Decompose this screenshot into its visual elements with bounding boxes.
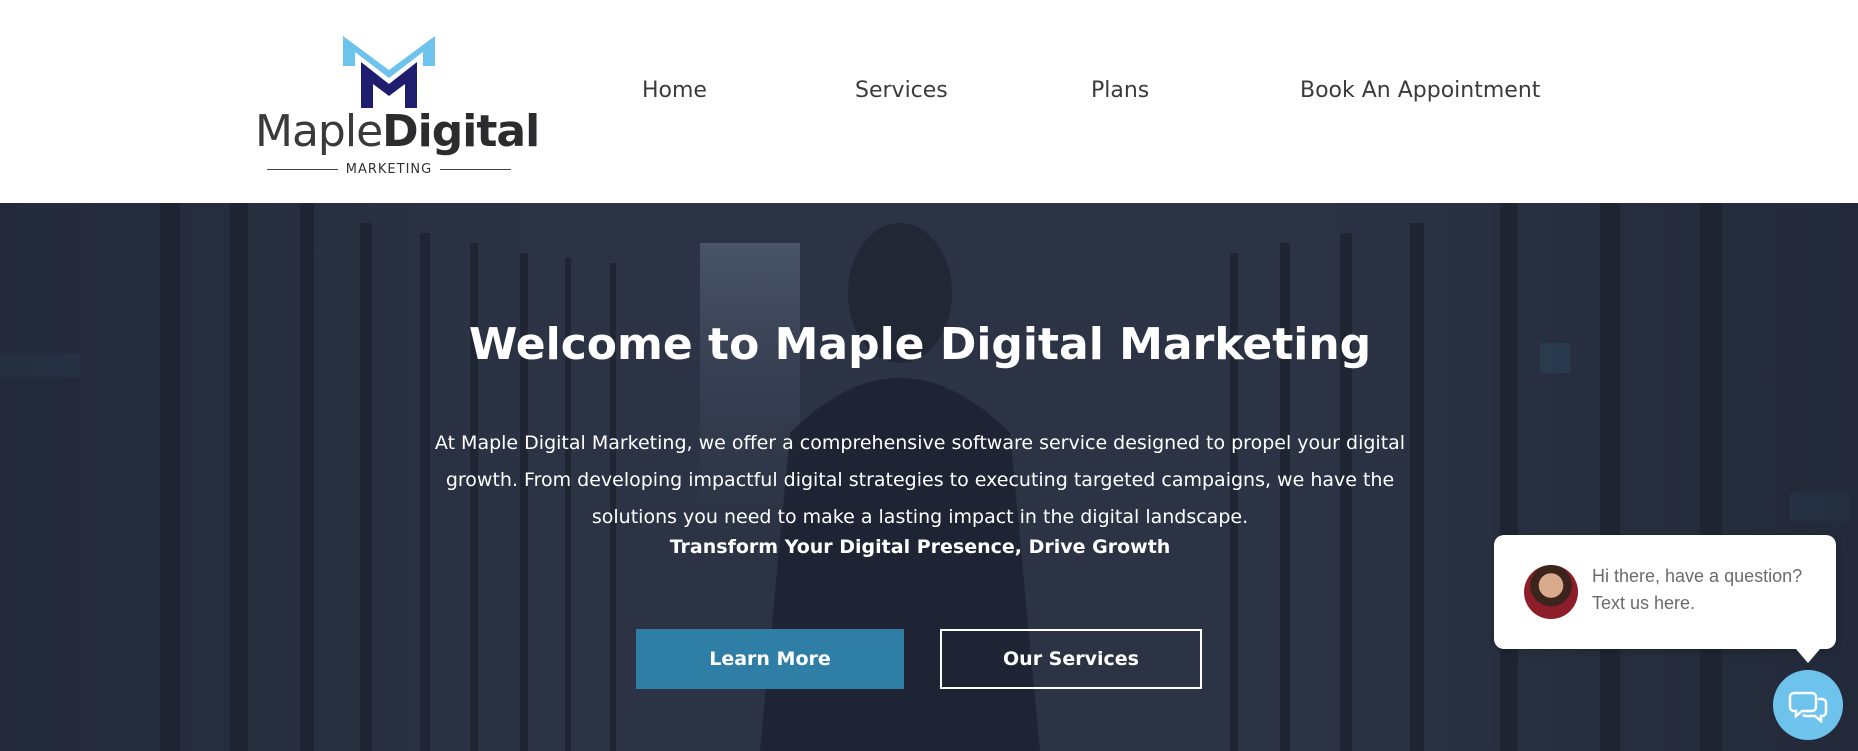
divider [440,168,511,170]
nav-home[interactable]: Home [642,78,707,103]
hero-title: Welcome to Maple Digital Marketing [468,319,1372,370]
logo[interactable]: MapleDigital MARKETING [255,36,540,181]
hero-section: Welcome to Maple Digital Marketing At Ma… [0,203,1858,751]
divider [267,168,338,170]
our-services-button[interactable]: Our Services [940,629,1202,689]
chat-bubbles-icon [1788,691,1828,723]
chat-launcher-button[interactable] [1773,670,1843,740]
learn-more-button[interactable]: Learn More [636,629,904,689]
agent-avatar [1524,565,1578,619]
logo-wordmark: MapleDigital [255,106,540,157]
logo-m-icon [343,36,435,108]
chat-message: Hi there, have a question? Text us here. [1592,566,1803,613]
nav-services[interactable]: Services [855,78,948,103]
logo-tagline: MARKETING [345,161,433,177]
logo-word-bold: Digital [382,106,540,157]
logo-tagline-row: MARKETING [267,160,511,178]
hero-tagline: Transform Your Digital Presence, Drive G… [669,536,1171,558]
site-header: MapleDigital MARKETING Home Services Pla… [0,0,1858,203]
nav-plans[interactable]: Plans [1091,78,1149,103]
logo-word-regular: Maple [255,106,383,157]
nav-book-appointment[interactable]: Book An Appointment [1300,78,1540,103]
hero-description: At Maple Digital Marketing, we offer a c… [434,432,1406,528]
chat-popup[interactable]: Hi there, have a question? Text us here. [1494,535,1836,663]
